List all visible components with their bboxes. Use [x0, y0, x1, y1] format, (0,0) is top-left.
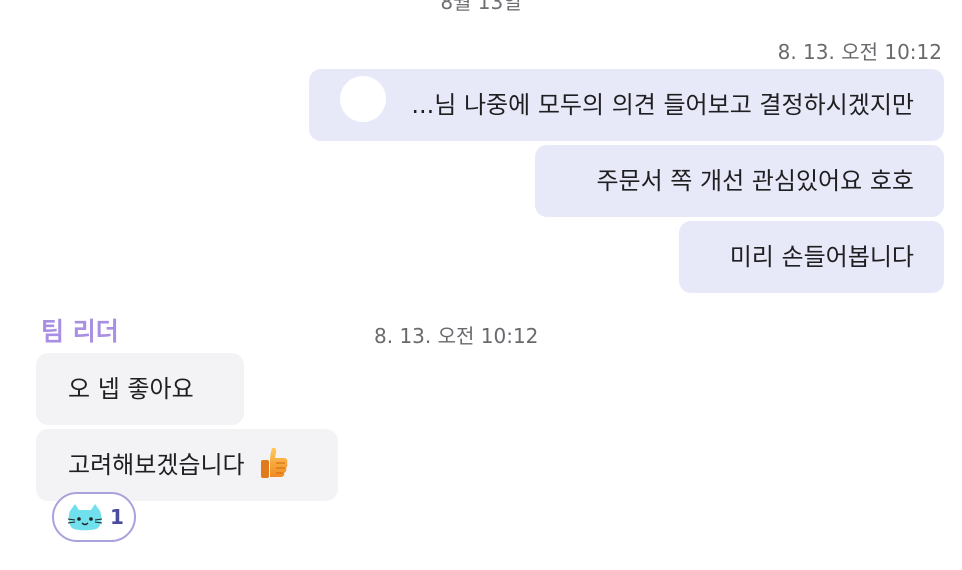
other-message-bubble[interactable]: 고려해보겠습니다	[36, 429, 338, 501]
other-message-timestamp: 8. 13. 오전 10:12	[374, 324, 539, 348]
my-message-bubble[interactable]: 주문서 쪽 개선 관심있어요 호호	[535, 145, 944, 217]
sender-name[interactable]: 팀 리더	[41, 312, 119, 348]
cat-face-icon	[67, 504, 103, 531]
message-text: 오 넵 좋아요	[68, 375, 194, 403]
chat-view: 8월 13일 8. 13. 오전 10:12 ...님 나중에 모두의 의견 들…	[0, 0, 962, 570]
my-message-timestamp: 8. 13. 오전 10:12	[777, 40, 942, 64]
my-message-bubble[interactable]: 미리 손들어봅니다	[679, 221, 944, 293]
message-text: 미리 손들어봅니다	[729, 243, 914, 271]
message-text: 고려해보겠습니다	[68, 451, 245, 479]
reaction-count: 1	[110, 505, 124, 529]
mention-avatar	[340, 76, 386, 122]
other-message-bubble[interactable]: 오 넵 좋아요	[36, 353, 244, 425]
my-message-bubble[interactable]: ...님 나중에 모두의 의견 들어보고 결정하시겠지만	[309, 69, 944, 141]
message-text: 주문서 쪽 개선 관심있어요 호호	[596, 167, 914, 195]
reaction-chip[interactable]: 1	[52, 492, 136, 542]
message-text: ...님 나중에 모두의 의견 들어보고 결정하시겠지만	[411, 91, 914, 119]
date-divider: 8월 13일	[440, 0, 522, 14]
thumbs-up-icon	[261, 447, 288, 478]
